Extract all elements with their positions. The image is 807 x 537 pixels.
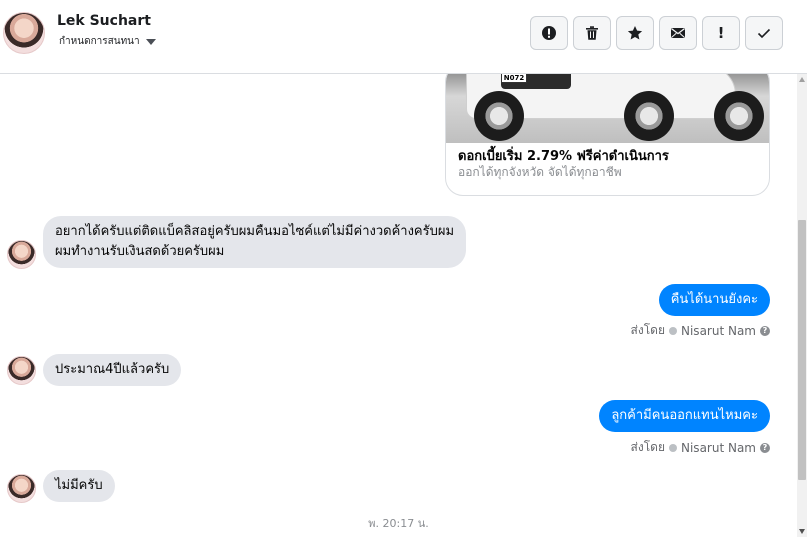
scrollbar-thumb[interactable] [798, 220, 806, 480]
outgoing-message[interactable]: คืนได้นานยังคะ [658, 284, 770, 316]
contact-avatar-small[interactable] [7, 356, 36, 385]
help-icon[interactable]: ? [760, 325, 770, 336]
license-plate: N072 [501, 74, 527, 83]
star-button[interactable] [616, 16, 654, 50]
outgoing-message[interactable]: ลูกค้ามีคนออกแทนไหมคะ [599, 400, 770, 432]
verified-icon [669, 326, 677, 335]
message-line: ผมทำงานรับเงินสดด้วยครับผม [55, 244, 225, 259]
ad-link-card[interactable]: N072 ดอกเบี้ยเริ่ม 2.79% ฟรีค่าดำเนินการ… [445, 74, 770, 196]
car-image: N072 [446, 74, 769, 143]
card-subtitle: ออกได้ทุกจังหวัด จัดได้ทุกอาชีพ [458, 165, 622, 179]
mark-unread-button[interactable] [659, 16, 697, 50]
delete-button[interactable] [573, 16, 611, 50]
conversation-settings-dropdown[interactable]: กำหนดการสนทนา [59, 34, 156, 49]
thread-scrollbar[interactable] [797, 74, 807, 537]
alert-circle-icon [542, 26, 556, 40]
follow-up-button[interactable]: ! [702, 16, 740, 50]
check-icon [757, 28, 771, 39]
sent-by-info: ส่งโดย Nisarut Nam ? [631, 321, 770, 340]
sent-by-label: ส่งโดย [630, 323, 665, 337]
conversation-header: Lek Suchart กำหนดการสนทนา ! [0, 0, 807, 74]
verified-icon [669, 443, 677, 452]
exclamation-icon: ! [717, 24, 725, 42]
incoming-message[interactable]: อยากได้ครับแต่ติดแบ็คลิสอยู่ครับผมคืนมอไ… [43, 216, 467, 268]
contact-avatar-small[interactable] [7, 240, 36, 269]
sent-by-label: ส่งโดย [630, 440, 665, 454]
scroll-down-arrow-icon[interactable] [799, 529, 805, 534]
trash-icon [586, 26, 598, 40]
contact-name[interactable]: Lek Suchart [57, 13, 151, 29]
sender-name[interactable]: Nisarut Nam [681, 324, 756, 338]
star-icon [627, 26, 643, 40]
mark-done-button[interactable] [745, 16, 783, 50]
incoming-message[interactable]: ประมาณ4ปีแล้วครับ [43, 354, 182, 386]
contact-avatar-small[interactable] [7, 474, 36, 503]
message-timestamp: พ. 20:17 น. [368, 517, 429, 530]
help-icon[interactable]: ? [760, 442, 770, 453]
envelope-icon [671, 28, 685, 38]
scroll-up-arrow-icon[interactable] [799, 77, 805, 82]
action-toolbar: ! [530, 16, 783, 50]
spam-report-button[interactable] [530, 16, 568, 50]
message-thread[interactable]: N072 ดอกเบี้ยเริ่ม 2.79% ฟรีค่าดำเนินการ… [0, 74, 797, 537]
incoming-message[interactable]: ไม่มีครับ [43, 470, 115, 502]
conversation-settings-label: กำหนดการสนทนา [59, 36, 140, 47]
sent-by-info: ส่งโดย Nisarut Nam ? [631, 438, 770, 457]
contact-avatar[interactable] [3, 12, 45, 54]
message-line: อยากได้ครับแต่ติดแบ็คลิสอยู่ครับผมคืนมอไ… [55, 224, 455, 239]
sender-name[interactable]: Nisarut Nam [681, 441, 756, 455]
caret-down-icon [145, 38, 156, 45]
